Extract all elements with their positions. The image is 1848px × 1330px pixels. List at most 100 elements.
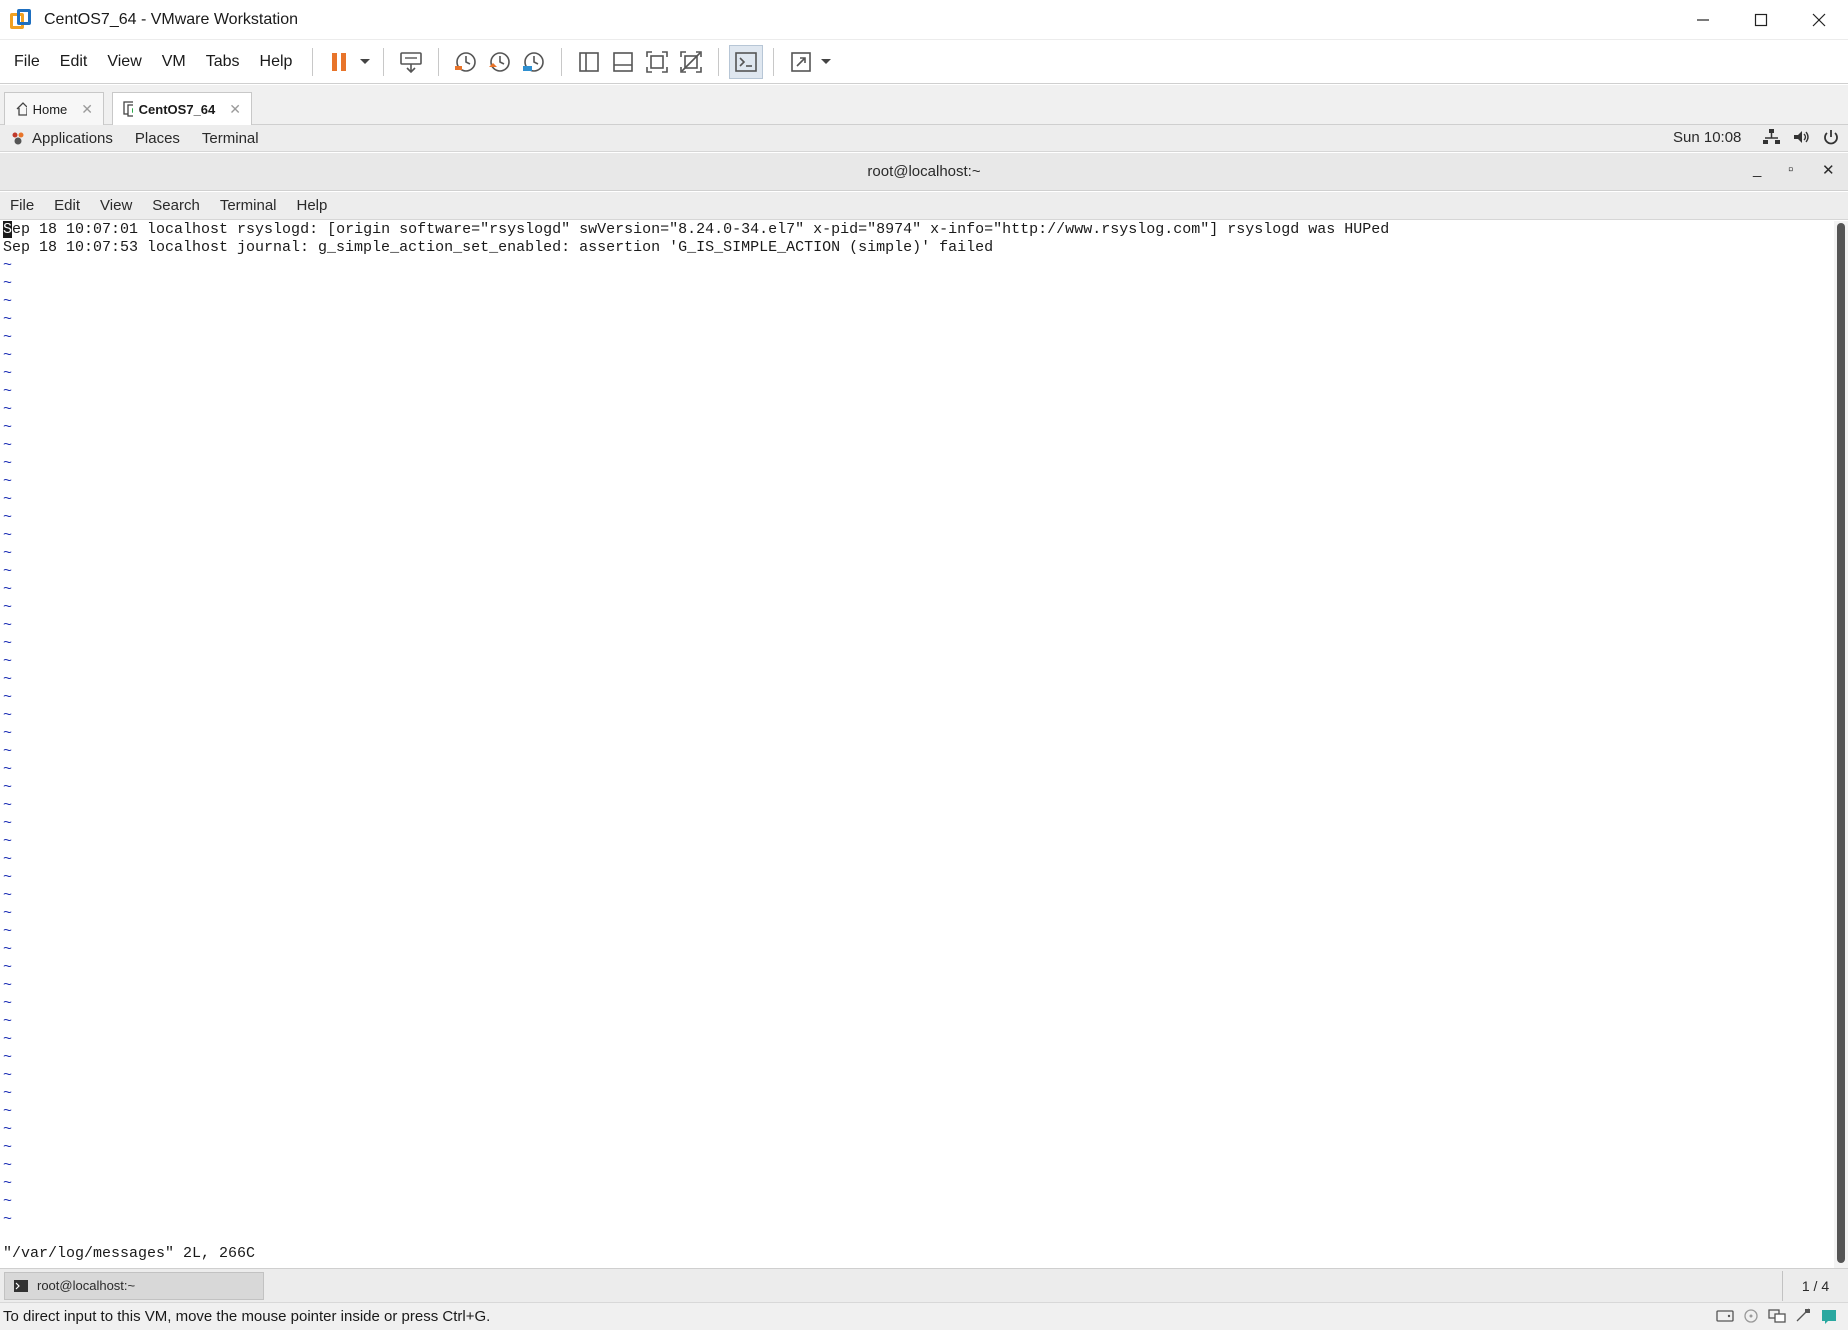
- volume-icon[interactable]: [1792, 128, 1810, 146]
- terminal-menu-terminal[interactable]: Terminal: [210, 197, 287, 214]
- terminal-menu-view[interactable]: View: [90, 197, 142, 214]
- network-adapter-icon[interactable]: [1768, 1308, 1786, 1324]
- window-titlebar: CentOS7_64 - VMware Workstation: [0, 0, 1848, 40]
- vi-tilde-line: ~: [3, 1067, 13, 1084]
- terminal-maximize-button[interactable]: ▫: [1788, 161, 1793, 178]
- menu-help[interactable]: Help: [250, 53, 303, 71]
- terminal-menu-search[interactable]: Search: [142, 197, 210, 214]
- terminal-menubar: File Edit View Search Terminal Help: [0, 192, 1848, 220]
- vi-tilde-line: ~: [3, 257, 13, 274]
- terminal-app-menu[interactable]: Terminal: [202, 130, 259, 147]
- places-menu[interactable]: Places: [135, 130, 180, 147]
- show-thumbnail-bar-button[interactable]: [606, 45, 640, 79]
- vi-tilde-line: ~: [3, 1193, 13, 1210]
- vi-tilde-line: ~: [3, 923, 13, 940]
- vi-tilde-line: ~: [3, 905, 13, 922]
- console-view-button[interactable]: [729, 44, 764, 79]
- message-log-icon[interactable]: [1820, 1308, 1838, 1324]
- applications-menu[interactable]: Applications: [10, 130, 113, 147]
- console-icon: [735, 51, 758, 72]
- vi-tilde-line: ~: [3, 671, 13, 688]
- menu-tabs[interactable]: Tabs: [196, 53, 250, 71]
- revert-snapshot-icon: [489, 51, 511, 72]
- terminal-menu-help[interactable]: Help: [287, 197, 338, 214]
- window-title: CentOS7_64 - VMware Workstation: [44, 10, 299, 28]
- power-dropdown-button[interactable]: [357, 45, 373, 79]
- vi-tilde-line: ~: [3, 419, 13, 436]
- vi-tilde-line: ~: [3, 1175, 13, 1192]
- tab-centos7-64[interactable]: CentOS7_64 ✕: [112, 92, 252, 125]
- stretch-guest-button[interactable]: [784, 45, 818, 79]
- tab-centos7-64-close-icon[interactable]: ✕: [229, 101, 241, 118]
- vi-tilde-line: ~: [3, 563, 13, 580]
- power-icon[interactable]: [1822, 128, 1840, 146]
- vi-tilde-line: ~: [3, 959, 13, 976]
- vi-tilde-line: ~: [3, 1121, 13, 1138]
- vi-status-line: "/var/log/messages" 2L, 266C: [3, 1245, 256, 1262]
- take-snapshot-button[interactable]: [449, 45, 483, 79]
- vmware-statusbar: To direct input to this VM, move the mou…: [0, 1302, 1848, 1330]
- log-line-1: Sep 18 10:07:01 localhost rsyslogd: [ori…: [3, 221, 1834, 239]
- show-library-button[interactable]: [572, 45, 606, 79]
- minimize-button[interactable]: [1674, 0, 1732, 40]
- full-screen-button[interactable]: [640, 45, 674, 79]
- unity-button[interactable]: [674, 45, 708, 79]
- network-icon[interactable]: [1762, 128, 1780, 146]
- taskbar-terminal-item[interactable]: root@localhost:~: [4, 1271, 264, 1300]
- terminal-close-button[interactable]: ✕: [1822, 161, 1835, 179]
- vi-tilde-line: ~: [3, 275, 13, 292]
- vi-tilde-line: ~: [3, 1085, 13, 1102]
- menu-view[interactable]: View: [97, 53, 151, 71]
- usb-icon[interactable]: [1794, 1308, 1812, 1324]
- vi-tilde-line: ~: [3, 599, 13, 616]
- tab-home-close-icon[interactable]: ✕: [81, 101, 93, 118]
- vi-tilde-line: ~: [3, 365, 13, 382]
- stretch-dropdown-button[interactable]: [818, 45, 834, 79]
- terminal-icon: [14, 1279, 28, 1292]
- vi-tilde-line: ~: [3, 779, 13, 796]
- vi-tilde-line: ~: [3, 491, 13, 508]
- maximize-icon: [1754, 13, 1768, 27]
- vi-tilde-line: ~: [3, 941, 13, 958]
- vi-tilde-line: ~: [3, 311, 13, 328]
- text-cursor: S: [3, 221, 13, 238]
- workspace-indicator[interactable]: 1 / 4: [1782, 1271, 1848, 1301]
- send-ctrl-alt-del-button[interactable]: [394, 45, 428, 79]
- vi-tilde-line: ~: [3, 743, 13, 760]
- snapshot-manager-button[interactable]: [517, 45, 551, 79]
- vi-tilde-line: ~: [3, 473, 13, 490]
- menu-edit[interactable]: Edit: [50, 53, 98, 71]
- vi-tilde-line: ~: [3, 635, 13, 652]
- tab-home-label: Home: [32, 101, 68, 117]
- terminal-screen[interactable]: Sep 18 10:07:01 localhost rsyslogd: [ori…: [0, 221, 1834, 1268]
- terminal-menu-file[interactable]: File: [0, 197, 44, 214]
- vi-tilde-line: ~: [3, 581, 13, 598]
- full-screen-icon: [646, 50, 669, 73]
- pause-button[interactable]: [323, 45, 357, 79]
- vi-tilde-line: ~: [3, 545, 13, 562]
- revert-snapshot-button[interactable]: [483, 45, 517, 79]
- close-icon: [1812, 13, 1826, 27]
- cd-dvd-icon[interactable]: [1742, 1308, 1760, 1324]
- menu-vm[interactable]: VM: [152, 53, 196, 71]
- vi-tilde-line: ~: [3, 1049, 13, 1066]
- maximize-button[interactable]: [1732, 0, 1790, 40]
- vi-tilde-line: ~: [3, 653, 13, 670]
- taskbar-terminal-label: root@localhost:~: [37, 1278, 136, 1293]
- menu-file[interactable]: File: [4, 53, 50, 71]
- clock[interactable]: Sun 10:08: [1673, 129, 1741, 146]
- vi-tilde-line: ~: [3, 347, 13, 364]
- vi-tilde-line: ~: [3, 707, 13, 724]
- terminal-menu-edit[interactable]: Edit: [44, 197, 90, 214]
- scrollbar-thumb[interactable]: [1837, 223, 1845, 1263]
- terminal-scrollbar[interactable]: [1834, 221, 1848, 1268]
- empty-buffer-lines: ~ ~ ~ ~ ~ ~ ~ ~ ~ ~ ~ ~ ~ ~ ~ ~ ~ ~ ~ ~ ~ ~ ~ ~ ~ ~ ~ ~ ~ ~ ~ ~ ~ ~ ~ ~ ~ ~ ~ ~…: [3, 257, 1834, 1229]
- tab-home[interactable]: Home ✕: [4, 92, 104, 125]
- terminal-titlebar: root@localhost:~ _ ▫ ✕: [0, 153, 1848, 191]
- vi-tilde-line: ~: [3, 1031, 13, 1048]
- vi-tilde-line: ~: [3, 383, 13, 400]
- terminal-minimize-button[interactable]: _: [1753, 161, 1761, 178]
- chevron-down-icon: [821, 58, 832, 64]
- close-button[interactable]: [1790, 0, 1848, 40]
- hard-disk-icon[interactable]: [1716, 1308, 1734, 1324]
